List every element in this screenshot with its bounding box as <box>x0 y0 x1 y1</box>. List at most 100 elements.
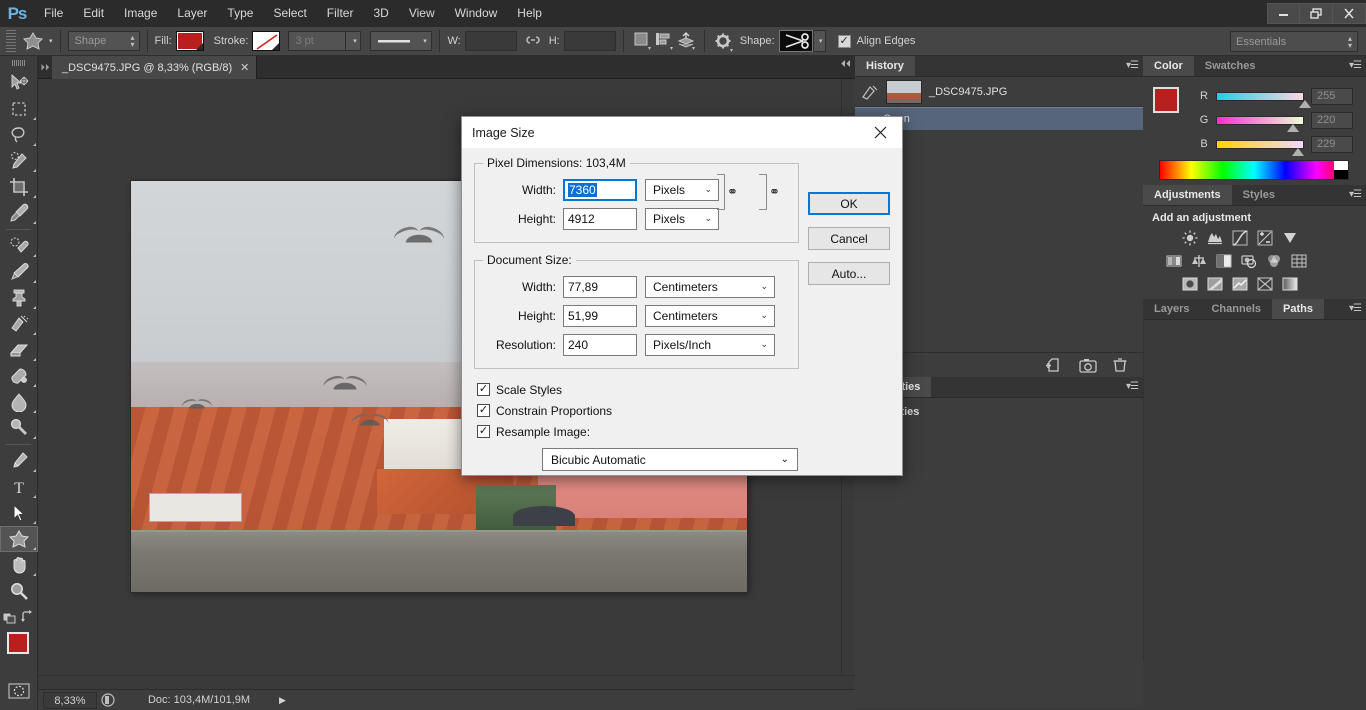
shape-picker-dropdown-button[interactable]: ▾ <box>812 30 826 52</box>
workspace-select[interactable]: Essentials ▴ ▾ <box>1230 31 1358 52</box>
stroke-width-input[interactable]: 3 pt <box>288 31 347 51</box>
red-slider-track[interactable] <box>1216 91 1311 108</box>
color-swatches[interactable] <box>0 630 39 674</box>
quick-selection-tool[interactable] <box>0 148 38 174</box>
pixel-width-input[interactable]: 7360 <box>563 178 637 201</box>
color-panel-swatches[interactable] <box>1153 87 1195 127</box>
paths-panel-body[interactable] <box>1143 320 1366 660</box>
hue-saturation-icon[interactable] <box>1164 252 1184 270</box>
fill-color-button[interactable] <box>175 31 204 51</box>
foreground-color-swatch[interactable] <box>7 632 29 654</box>
channel-mixer-icon[interactable] <box>1264 252 1284 270</box>
photo-filter-icon[interactable] <box>1239 252 1259 270</box>
minimize-button[interactable] <box>1267 3 1300 24</box>
stroke-style-button[interactable]: ▾ <box>370 31 433 51</box>
pixel-width-unit-select[interactable]: Pixels ⌄ <box>645 178 719 201</box>
curves-icon[interactable] <box>1230 229 1250 247</box>
cancel-button[interactable]: Cancel <box>808 227 890 250</box>
blue-slider-thumb[interactable] <box>1292 147 1304 156</box>
new-snapshot-icon[interactable] <box>1079 358 1097 373</box>
color-balance-icon[interactable] <box>1189 252 1209 270</box>
eraser-tool[interactable] <box>0 337 38 363</box>
history-brush-tool[interactable] <box>0 311 38 337</box>
threshold-icon[interactable] <box>1230 275 1250 293</box>
tab-history[interactable]: History <box>855 56 915 76</box>
path-alignment-icon[interactable] <box>653 30 675 52</box>
resample-image-checkbox[interactable]: ✓ <box>477 425 490 438</box>
dodge-tool[interactable] <box>0 415 38 441</box>
tab-channels[interactable]: Channels <box>1200 299 1272 319</box>
custom-shape-tool[interactable] <box>0 526 38 552</box>
align-edges-checkbox[interactable]: ✓ <box>837 34 851 48</box>
doc-resolution-unit-select[interactable]: Pixels/Inch ⌄ <box>645 333 775 356</box>
shape-preview-button[interactable] <box>778 30 813 52</box>
document-tab-close-icon[interactable]: ✕ <box>240 61 249 74</box>
tab-styles[interactable]: Styles <box>1231 185 1287 205</box>
color-ramp[interactable] <box>1159 160 1349 180</box>
zoom-level-input[interactable]: 8,33% <box>43 691 97 709</box>
blue-slider-track[interactable] <box>1216 139 1304 156</box>
doc-width-unit-select[interactable]: Centimeters ⌄ <box>645 275 775 298</box>
rectangular-marquee-tool[interactable] <box>0 96 38 122</box>
menu-image[interactable]: Image <box>114 0 167 27</box>
red-value-input[interactable]: 255 <box>1311 87 1353 105</box>
delete-state-icon[interactable] <box>1113 357 1127 373</box>
new-document-from-state-icon[interactable] <box>1046 357 1063 373</box>
gear-icon[interactable] <box>712 30 734 52</box>
history-snapshot-row[interactable]: _DSC9475.JPG <box>855 77 1143 107</box>
lasso-tool[interactable] <box>0 122 38 148</box>
tab-bar-grip[interactable]: ⏵⏵ <box>38 56 52 78</box>
selective-color-icon[interactable] <box>1255 275 1275 293</box>
menu-help[interactable]: Help <box>507 0 552 27</box>
vibrance-icon[interactable] <box>1280 229 1300 247</box>
options-bar-grip[interactable] <box>6 30 16 52</box>
constrain-proportions-row[interactable]: ✓ Constrain Proportions <box>474 400 890 421</box>
shape-width-input[interactable] <box>464 31 517 51</box>
crop-tool[interactable] <box>0 174 38 200</box>
doc-resolution-input[interactable]: 240 <box>563 333 637 356</box>
red-slider-thumb[interactable] <box>1299 99 1311 108</box>
menu-view[interactable]: View <box>399 0 445 27</box>
shape-height-input[interactable] <box>563 31 616 51</box>
exposure-icon[interactable] <box>1255 229 1275 247</box>
scale-styles-row[interactable]: ✓ Scale Styles <box>474 379 890 400</box>
document-tab[interactable]: _DSC9475.JPG @ 8,33% (RGB/8) ✕ <box>52 56 258 79</box>
blur-tool[interactable] <box>0 389 38 415</box>
panel-menu-icon[interactable]: ▾☰ <box>1349 189 1362 200</box>
tab-swatches[interactable]: Swatches <box>1193 56 1267 76</box>
move-tool[interactable] <box>0 70 38 96</box>
menu-type[interactable]: Type <box>217 0 263 27</box>
dialog-title-bar[interactable]: Image Size <box>462 117 902 148</box>
posterize-icon[interactable] <box>1205 275 1225 293</box>
tools-panel-grip[interactable] <box>0 56 37 70</box>
doc-width-input[interactable]: 77,89 <box>563 275 637 298</box>
brightness-contrast-icon[interactable] <box>1180 229 1200 247</box>
tool-preset-chevron-down-icon[interactable]: ▾ <box>49 37 53 45</box>
menu-3d[interactable]: 3D <box>363 0 398 27</box>
ok-button[interactable]: OK <box>808 192 890 215</box>
pixel-height-input[interactable]: 4912 <box>563 207 637 230</box>
doc-height-input[interactable]: 51,99 <box>563 304 637 327</box>
pen-tool[interactable] <box>0 448 38 474</box>
horizontal-type-tool[interactable]: T <box>0 474 38 500</box>
collapse-panels-icon[interactable]: ⏴⏴ <box>841 59 851 70</box>
green-slider-track[interactable] <box>1216 115 1304 132</box>
shape-mode-select[interactable]: Shape ▴ ▾ <box>67 31 140 51</box>
clone-stamp-tool[interactable] <box>0 285 38 311</box>
path-operations-icon[interactable] <box>631 30 653 52</box>
tab-paths[interactable]: Paths <box>1272 299 1324 319</box>
brush-tool[interactable] <box>0 259 38 285</box>
green-slider-thumb[interactable] <box>1287 123 1299 132</box>
default-colors-icon[interactable] <box>2 610 17 624</box>
constrain-proportions-checkbox[interactable]: ✓ <box>477 404 490 417</box>
gradient-tool[interactable] <box>0 363 38 389</box>
custom-shape-icon[interactable] <box>20 29 46 53</box>
eyedropper-tool[interactable] <box>0 200 38 226</box>
color-lookup-icon[interactable] <box>1289 252 1309 270</box>
quick-mask-icon[interactable] <box>0 678 38 704</box>
auto-button[interactable]: Auto... <box>808 262 890 285</box>
blue-value-input[interactable]: 229 <box>1311 135 1353 153</box>
menu-window[interactable]: Window <box>445 0 508 27</box>
path-arrangement-icon[interactable] <box>675 30 697 52</box>
menu-filter[interactable]: Filter <box>317 0 364 27</box>
